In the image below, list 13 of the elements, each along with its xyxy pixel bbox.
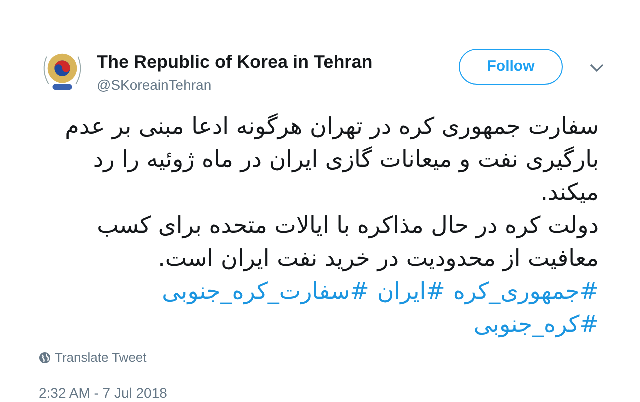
hashtag-link[interactable]: #جمهوری_کره <box>453 276 599 309</box>
tweet-paragraph: دولت کره در حال مذاکره با ایالات متحده برای کسب معافیت از محدودیت در خرید نفت ایران است. <box>96 212 599 274</box>
follow-button[interactable]: Follow <box>459 49 563 85</box>
globe-icon[interactable] <box>39 352 51 364</box>
chevron-icon[interactable] <box>590 63 604 73</box>
hashtag-link[interactable]: #ایران <box>377 276 446 309</box>
account-handle[interactable]: @SKoreainTehran <box>97 75 373 95</box>
hashtag-link[interactable]: #کره_جنوبی <box>474 309 599 342</box>
tweet-timestamp[interactable]: 2:32 AM - 7 Jul 2018 <box>39 382 604 402</box>
tweet-paragraph: سفارت جمهوری کره در تهران هرگونه ادعا مبنی بر عدم بارگیری نفت و میعانات گازی ایران در ماه ژوئیه را رد میکند. <box>64 112 599 208</box>
translate-link[interactable]: Translate Tweet <box>55 348 147 368</box>
account-name[interactable]: The Republic of Korea in Tehran <box>97 51 373 73</box>
hashtag-link[interactable]: #سفارت_کره_جنوبی <box>162 276 370 309</box>
